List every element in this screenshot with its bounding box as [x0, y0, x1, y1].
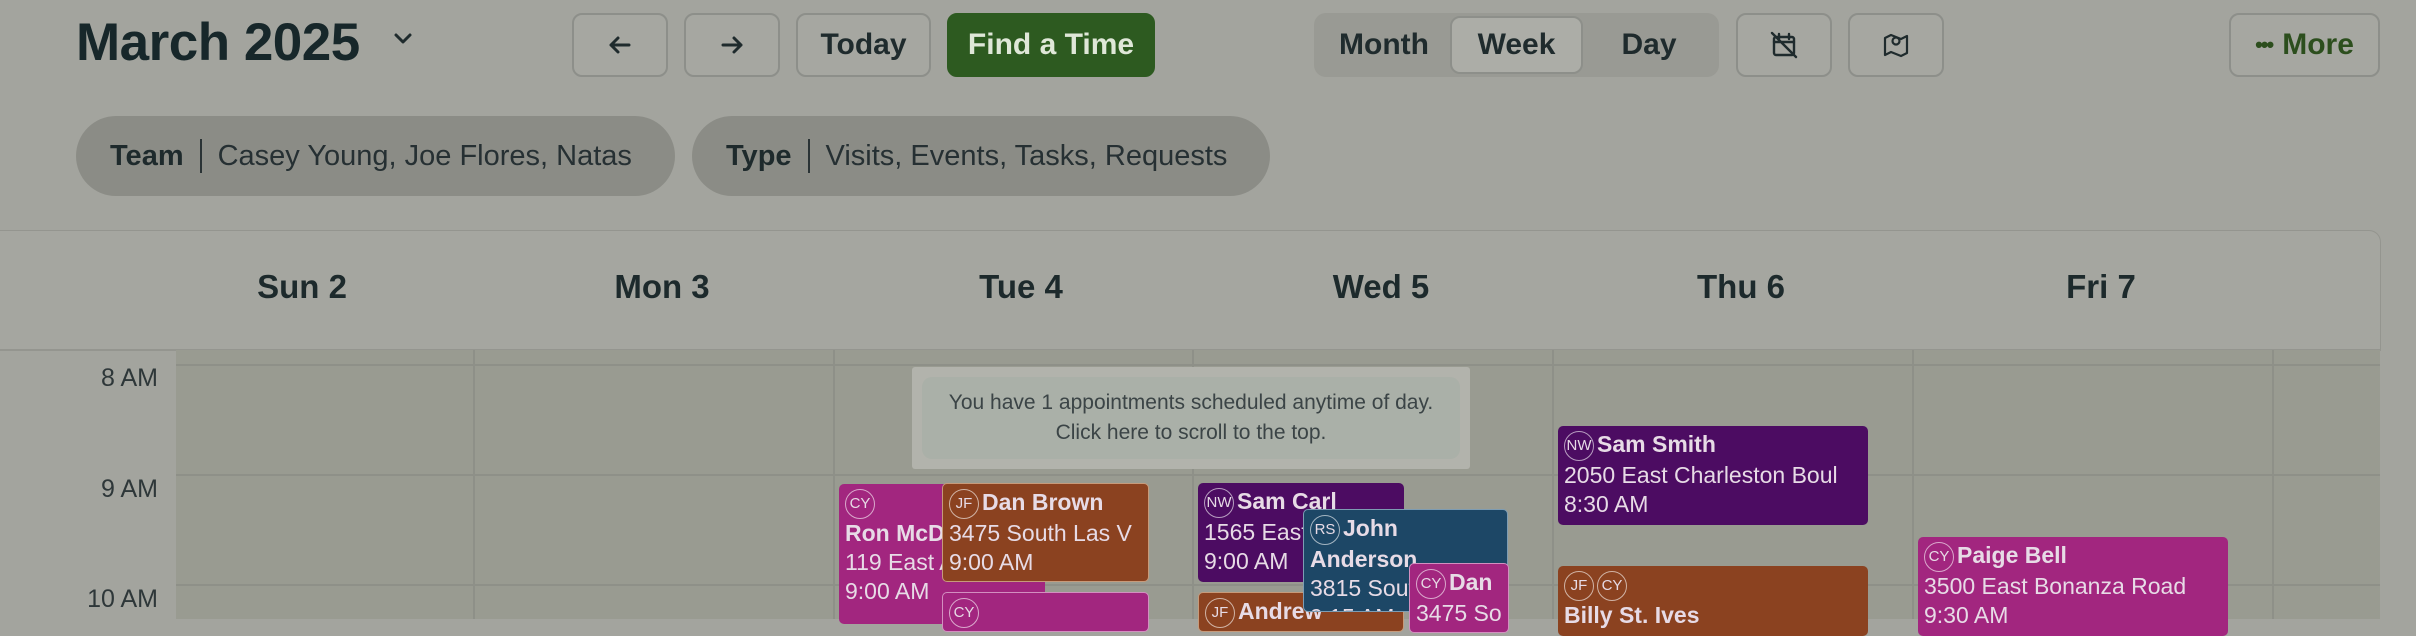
event-card[interactable]: CY: [942, 592, 1149, 632]
calendar-off-icon: [1770, 31, 1798, 59]
event-name: Dan: [1449, 569, 1493, 595]
view-day-option[interactable]: Day: [1585, 16, 1713, 74]
assignee-badge: JF: [949, 488, 979, 519]
event-address: 3500 East Bonanza Road: [1924, 572, 2187, 599]
event-name: Sam Smith: [1597, 431, 1716, 457]
hour-line: [176, 474, 2380, 476]
event-name: Dan Brown: [982, 489, 1104, 515]
event-name: Paige Bell: [1957, 542, 2067, 568]
next-button[interactable]: [684, 13, 780, 77]
anytime-notice[interactable]: You have 1 appointments scheduled anytim…: [912, 367, 1470, 469]
hour-line: [176, 364, 2380, 366]
chevron-down-icon[interactable]: [388, 24, 418, 54]
assignee-badge: CY: [1924, 541, 1954, 572]
anytime-notice-body: You have 1 appointments scheduled anytim…: [922, 377, 1460, 459]
more-button[interactable]: ••• More: [2229, 13, 2380, 77]
event-address: 3475 South Las V: [949, 519, 1132, 546]
event-card[interactable]: JF Dan Brown 3475 South Las V 9:00 AM: [942, 483, 1149, 582]
view-month-option[interactable]: Month: [1320, 16, 1448, 74]
event-time: 9:00 AM: [949, 548, 1034, 575]
view-switcher: Month Week Day: [1314, 13, 1719, 77]
pill-divider: [807, 139, 810, 173]
event-address: 1565 East: [1204, 518, 1308, 545]
column-divider: [1552, 350, 1554, 619]
column-divider: [1912, 350, 1914, 619]
assignee-badge: JF: [1205, 597, 1235, 628]
column-divider: [833, 350, 835, 619]
notice-line-1: You have 1 appointments scheduled anytim…: [948, 391, 1434, 414]
event-card[interactable]: NW Sam Smith 2050 East Charleston Boul 8:…: [1558, 426, 1868, 525]
day-header-fri[interactable]: Fri 7: [2066, 268, 2136, 306]
type-filter-value: Visits, Events, Tasks, Requests: [825, 139, 1228, 172]
day-header-thu[interactable]: Thu 6: [1697, 268, 1785, 306]
hide-unscheduled-button[interactable]: [1736, 13, 1832, 77]
day-header-sun[interactable]: Sun 2: [257, 268, 347, 306]
notice-line-2: Click here to scroll to the top.: [1055, 421, 1327, 444]
team-filter-label: Team: [110, 139, 184, 172]
type-filter[interactable]: Type Visits, Events, Tasks, Requests: [692, 116, 1270, 196]
pill-divider: [199, 139, 202, 173]
calendar-day-header: [0, 230, 2381, 351]
column-divider: [2272, 350, 2274, 619]
view-week-option[interactable]: Week: [1450, 16, 1583, 74]
arrow-left-icon: [609, 36, 631, 54]
event-time: 9:00 AM: [1204, 547, 1289, 574]
map-view-button[interactable]: [1848, 13, 1944, 77]
assignee-badge: CY: [949, 597, 979, 628]
assignee-badge: CY: [845, 488, 875, 519]
day-header-tue[interactable]: Tue 4: [979, 268, 1063, 306]
event-address: 2050 East Charleston Boul: [1564, 461, 1838, 488]
event-card[interactable]: CY Dan 3475 So: [1409, 563, 1509, 633]
assignee-badge: RS: [1310, 514, 1340, 545]
event-name: Ron McD: [845, 519, 945, 546]
event-card[interactable]: JF CY Billy St. Ives: [1558, 566, 1868, 636]
event-time: 9:30 AM: [1924, 601, 2009, 628]
day-header-wed[interactable]: Wed 5: [1333, 268, 1430, 306]
event-time: 9:15 AM: [1310, 604, 1394, 611]
previous-button[interactable]: [572, 13, 668, 77]
assignee-badge: NW: [1204, 487, 1234, 518]
event-time: 9:00 AM: [845, 577, 930, 604]
map-pin-icon: [1883, 33, 1909, 58]
event-address: 3475 So: [1416, 599, 1502, 626]
time-label-8am: 8 AM: [101, 364, 158, 392]
more-dots-icon: •••: [2255, 32, 2274, 57]
time-label-9am: 9 AM: [101, 475, 158, 503]
column-divider: [473, 350, 475, 619]
month-title: March 2025: [76, 13, 360, 72]
team-filter-value: Casey Young, Joe Flores, Natas: [217, 139, 632, 172]
type-filter-label: Type: [726, 139, 792, 172]
arrow-right-icon: [721, 36, 743, 54]
today-button[interactable]: Today: [796, 13, 931, 77]
find-a-time-button[interactable]: Find a Time: [947, 13, 1155, 77]
assignee-badge: CY: [1416, 568, 1446, 599]
assignee-badge: JF: [1564, 570, 1594, 601]
event-time: 8:30 AM: [1564, 490, 1649, 517]
more-label: More: [2282, 28, 2354, 61]
event-card[interactable]: CY Paige Bell 3500 East Bonanza Road 9:30…: [1918, 537, 2228, 636]
time-label-10am: 10 AM: [87, 585, 158, 613]
assignee-badge: NW: [1564, 430, 1594, 461]
event-name: Billy St. Ives: [1564, 601, 1700, 628]
team-filter[interactable]: Team Casey Young, Joe Flores, Natas: [76, 116, 675, 196]
day-header-mon[interactable]: Mon 3: [614, 268, 709, 306]
assignee-badge: CY: [1597, 570, 1627, 601]
